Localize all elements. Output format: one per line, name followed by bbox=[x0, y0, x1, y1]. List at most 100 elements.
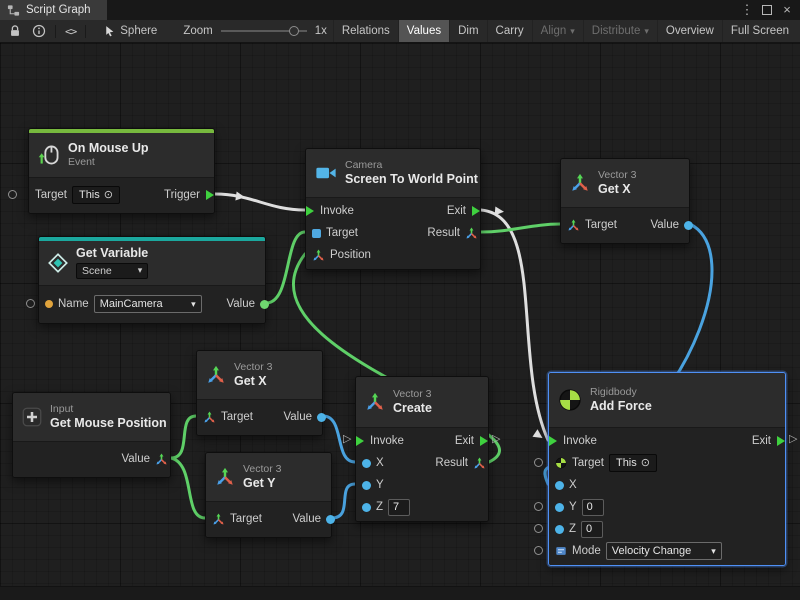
port-stub-get-variable-name[interactable] bbox=[26, 299, 35, 308]
distribute-button[interactable]: Distribute▾ bbox=[583, 20, 657, 42]
node-vector3-create[interactable]: Vector 3 Create Invoke Exit X Result bbox=[355, 376, 489, 522]
z-port[interactable] bbox=[362, 503, 371, 512]
port-row-z: Z 0 bbox=[549, 518, 785, 540]
relations-button[interactable]: Relations bbox=[333, 20, 398, 42]
port-row-position: Position bbox=[306, 244, 480, 266]
variable-name-dropdown[interactable]: MainCamera ▾ bbox=[94, 295, 202, 313]
result-port-label: Result bbox=[427, 227, 460, 239]
y-port[interactable] bbox=[362, 481, 371, 490]
port-stub-add-force-z[interactable] bbox=[534, 524, 543, 533]
z-port[interactable] bbox=[555, 525, 564, 534]
vector3-icon bbox=[570, 173, 590, 193]
invoke-port[interactable] bbox=[306, 206, 314, 216]
zoom-value: 1x bbox=[315, 25, 327, 37]
variable-scope-dropdown[interactable]: Scene ▾ bbox=[76, 263, 148, 279]
value-port[interactable] bbox=[684, 221, 693, 230]
node-get-x-mid[interactable]: Vector 3 Get X Target Value bbox=[196, 350, 323, 436]
node-on-mouse-up[interactable]: On Mouse Up Event Target This ⊙ Trigger bbox=[28, 128, 215, 214]
value-port[interactable] bbox=[326, 515, 335, 524]
values-button[interactable]: Values bbox=[398, 20, 449, 42]
node-get-variable[interactable]: Get Variable Scene ▾ Name MainCamera ▾ V… bbox=[38, 236, 266, 324]
carry-button[interactable]: Carry bbox=[487, 20, 532, 42]
target-port[interactable] bbox=[555, 457, 567, 469]
target-port[interactable] bbox=[203, 411, 216, 424]
exit-port[interactable] bbox=[777, 436, 785, 446]
port-row-invoke-exit: Invoke Exit bbox=[306, 200, 480, 222]
dim-button[interactable]: Dim bbox=[449, 20, 486, 42]
graph-context[interactable]: Sphere bbox=[104, 25, 157, 37]
x-port[interactable] bbox=[555, 481, 564, 490]
target-port[interactable] bbox=[312, 229, 321, 238]
position-port-label: Position bbox=[330, 249, 371, 261]
value-port-label: Value bbox=[650, 219, 679, 231]
maximize-icon[interactable] bbox=[760, 2, 774, 18]
port-stub-create-invoke[interactable]: ▷ bbox=[343, 434, 351, 445]
y-value-input[interactable]: 0 bbox=[582, 499, 604, 516]
z-value-input[interactable]: 7 bbox=[388, 499, 410, 516]
info-icon[interactable] bbox=[27, 20, 51, 42]
port-stub-add-force-exit[interactable]: ▷ bbox=[789, 434, 797, 445]
exit-port[interactable] bbox=[480, 436, 488, 446]
zoom-slider[interactable] bbox=[221, 24, 307, 38]
target-port[interactable] bbox=[212, 513, 225, 526]
lock-icon[interactable] bbox=[3, 20, 27, 42]
port-row-invoke-exit: Invoke Exit bbox=[549, 430, 785, 452]
close-icon[interactable]: × bbox=[780, 2, 794, 18]
port-row-invoke-exit: Invoke Exit bbox=[356, 430, 488, 452]
invoke-port[interactable] bbox=[356, 436, 364, 446]
port-row-target-trigger: Target This ⊙ Trigger bbox=[29, 180, 214, 210]
exit-port-label: Exit bbox=[752, 435, 771, 447]
trigger-port[interactable] bbox=[206, 190, 214, 200]
node-header: Camera Screen To World Point bbox=[306, 149, 480, 197]
menu-icon[interactable]: ⋮ bbox=[740, 2, 754, 18]
node-header: Vector 3 Get Y bbox=[206, 453, 331, 501]
zoom-slider-handle[interactable] bbox=[289, 26, 299, 36]
node-header: On Mouse Up Event bbox=[29, 133, 214, 177]
z-value-input[interactable]: 0 bbox=[581, 521, 603, 538]
target-value-chip[interactable]: This ⊙ bbox=[609, 454, 657, 472]
port-stub-add-force-y[interactable] bbox=[534, 502, 543, 511]
x-port[interactable] bbox=[362, 459, 371, 468]
node-get-y[interactable]: Vector 3 Get Y Target Value bbox=[205, 452, 332, 538]
value-port[interactable] bbox=[260, 300, 269, 309]
invoke-port[interactable] bbox=[549, 436, 557, 446]
port-stub-add-force-target[interactable] bbox=[534, 458, 543, 467]
node-category: Rigidbody bbox=[590, 387, 652, 398]
value-port[interactable] bbox=[317, 413, 326, 422]
port-stub-add-force-mode[interactable] bbox=[534, 546, 543, 555]
align-button[interactable]: Align▾ bbox=[532, 20, 583, 42]
result-port[interactable] bbox=[473, 457, 486, 470]
port-stub-create-exit[interactable]: ▷ bbox=[492, 434, 500, 445]
node-get-mouse-position[interactable]: Input Get Mouse Position Value bbox=[12, 392, 171, 478]
node-category: Vector 3 bbox=[243, 464, 282, 475]
node-add-force[interactable]: Rigidbody Add Force Invoke Exit Target T… bbox=[548, 372, 786, 566]
target-value-chip[interactable]: This ⊙ bbox=[72, 186, 120, 204]
node-title: Get X bbox=[234, 375, 273, 389]
z-port-label: Z bbox=[569, 523, 576, 535]
value-port[interactable] bbox=[155, 453, 168, 466]
overview-button[interactable]: Overview bbox=[657, 20, 722, 42]
name-port[interactable] bbox=[45, 300, 53, 308]
tab-script-graph[interactable]: Script Graph bbox=[0, 0, 107, 20]
mode-enum-icon[interactable] bbox=[555, 545, 567, 557]
port-row-y: Y 0 bbox=[549, 496, 785, 518]
context-label: Sphere bbox=[120, 25, 157, 37]
fullscreen-button[interactable]: Full Screen bbox=[722, 20, 797, 42]
code-icon[interactable]: <> bbox=[60, 20, 81, 42]
node-get-x-top[interactable]: Vector 3 Get X Target Value bbox=[560, 158, 690, 244]
target-port-label: Target bbox=[326, 227, 358, 239]
exit-port[interactable] bbox=[472, 206, 480, 216]
target-port[interactable] bbox=[567, 219, 580, 232]
value-port-label: Value bbox=[226, 298, 255, 310]
node-subtitle: Event bbox=[68, 157, 149, 168]
script-graph-icon bbox=[7, 4, 20, 17]
value-port-label: Value bbox=[292, 513, 321, 525]
result-port[interactable] bbox=[465, 227, 478, 240]
y-port[interactable] bbox=[555, 503, 564, 512]
node-title: Create bbox=[393, 402, 432, 416]
mode-dropdown[interactable]: Velocity Change ▾ bbox=[606, 542, 722, 560]
script-graph-window: Script Graph ⋮ × <> Sphere Zoom 1x Relat… bbox=[0, 0, 800, 600]
port-stub-on-mouse-up-target[interactable] bbox=[8, 190, 17, 199]
node-screen-to-world-point[interactable]: Camera Screen To World Point Invoke Exit… bbox=[305, 148, 481, 270]
position-port[interactable] bbox=[312, 249, 325, 262]
